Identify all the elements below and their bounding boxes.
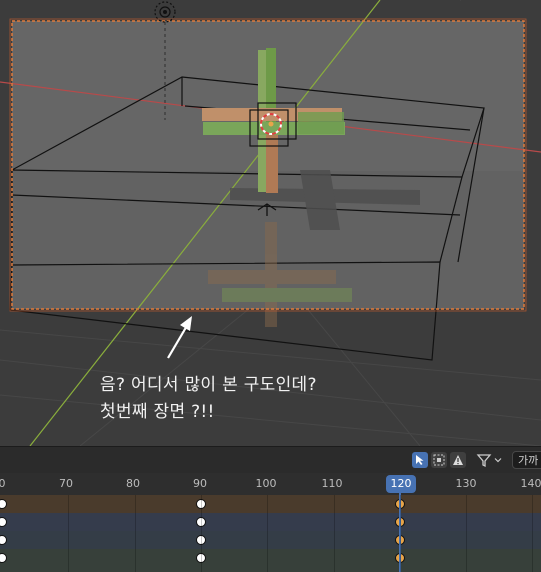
annotation-line-1: 음? 어디서 많이 본 구도인데? bbox=[100, 375, 317, 395]
current-frame-indicator[interactable]: 120 bbox=[386, 475, 416, 493]
frame-label: 80 bbox=[126, 477, 140, 490]
channel-track[interactable] bbox=[0, 513, 541, 531]
annotation-line-2: 첫번째 장면 ?!! bbox=[100, 402, 215, 422]
frame-gridline bbox=[399, 495, 401, 572]
channel-track[interactable] bbox=[0, 495, 541, 513]
frame-gridline bbox=[68, 495, 70, 572]
chevron-down-icon bbox=[494, 458, 502, 463]
frame-gridline bbox=[333, 495, 335, 572]
frame-label: 130 bbox=[455, 477, 477, 490]
frame-label: 0 bbox=[0, 477, 6, 490]
box-select-icon bbox=[433, 454, 445, 466]
frame-gridline bbox=[466, 495, 468, 572]
select-cursor-icon bbox=[416, 455, 424, 465]
frame-label: 90 bbox=[193, 477, 207, 490]
frame-ruler[interactable]: 0 70 80 90 100 110 130 140 120 bbox=[0, 473, 541, 495]
3d-viewport[interactable]: 음? 어디서 많이 본 구도인데? 첫번째 장면 ?!! bbox=[0, 0, 541, 446]
frame-label: 140 bbox=[520, 477, 541, 490]
frame-label: 100 bbox=[255, 477, 277, 490]
timeline-header: 가까 bbox=[0, 446, 541, 474]
keyframe-tracks[interactable] bbox=[0, 495, 541, 572]
frame-label: 110 bbox=[321, 477, 343, 490]
search-input[interactable]: 가까 bbox=[512, 451, 541, 469]
frame-gridline bbox=[200, 495, 202, 572]
select-cursor-button[interactable] bbox=[412, 452, 428, 468]
frame-gridline bbox=[267, 495, 269, 572]
warning-icon bbox=[453, 455, 463, 465]
box-select-button[interactable] bbox=[431, 452, 447, 468]
warning-button[interactable] bbox=[450, 452, 466, 468]
channel-track[interactable] bbox=[0, 549, 541, 572]
frame-gridline bbox=[134, 495, 136, 572]
filter-dropdown[interactable] bbox=[476, 451, 506, 469]
frame-gridline bbox=[532, 495, 534, 572]
frame-label: 70 bbox=[59, 477, 73, 490]
filter-funnel-icon bbox=[476, 454, 492, 468]
channel-track[interactable] bbox=[0, 531, 541, 549]
